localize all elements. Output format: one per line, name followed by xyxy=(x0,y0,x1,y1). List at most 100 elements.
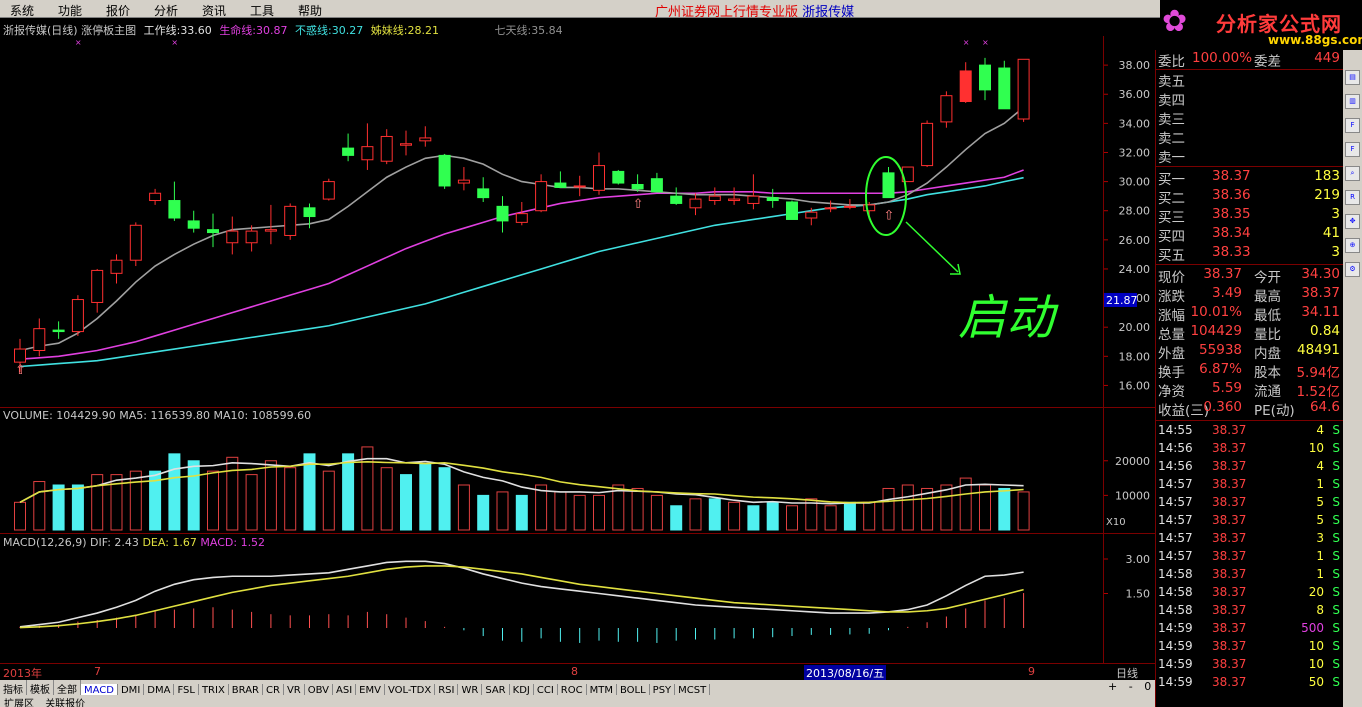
settings-icon[interactable]: ⚙ xyxy=(1345,262,1360,277)
tick-volume: 1 xyxy=(1316,549,1324,563)
date-axis: 2013年 7 8 2013/08/16/五 9 日线 xyxy=(0,663,1155,681)
arrows-icon[interactable]: ✥ xyxy=(1345,214,1360,229)
stat-row: 换手 6.87% 股本 5.94亿 xyxy=(1158,361,1342,381)
tick-side: S xyxy=(1332,603,1340,617)
tick-side: S xyxy=(1332,477,1340,491)
tick-volume: 1 xyxy=(1316,477,1324,491)
tick-volume: 10 xyxy=(1308,657,1324,671)
kline-chart[interactable]: 38.00 36.00 34.00 32.00 30.00 28.00 26.00 24.00… xyxy=(0,0,1155,663)
volume-tick-label: 20000 xyxy=(1115,455,1150,468)
macd-dif: DIF: 2.43 xyxy=(90,536,139,549)
tick-time: 14:57 xyxy=(1158,549,1193,563)
volume-bar xyxy=(91,474,104,531)
tick-volume: 10 xyxy=(1308,639,1324,653)
volume-bar xyxy=(786,505,798,531)
tick-volume: 3 xyxy=(1316,531,1324,545)
candle-body xyxy=(226,230,239,244)
tick-price: 38.37 xyxy=(1212,567,1247,581)
pane-separator-macd xyxy=(0,533,1155,534)
bottom-extend[interactable]: 扩展区 xyxy=(4,699,34,707)
f5-icon[interactable]: F xyxy=(1345,142,1360,157)
candle-body xyxy=(438,154,451,187)
price-tick-label: 32.00 xyxy=(1119,146,1151,159)
volume-bar xyxy=(940,484,953,531)
f10-icon[interactable]: F xyxy=(1345,118,1360,133)
candle-body xyxy=(554,182,567,188)
candle-body xyxy=(805,211,818,219)
volume-bar xyxy=(71,484,84,531)
candle-body xyxy=(342,147,355,156)
annotation-text: 启动 xyxy=(958,290,1059,346)
stat-row: 现价 38.37 今开 34.30 xyxy=(1158,266,1342,286)
stat-label: 净资 xyxy=(1158,384,1185,400)
weicha-value: 449 xyxy=(1314,50,1340,66)
pane-separator-volume xyxy=(0,407,1155,408)
buy-level-label: 买四 xyxy=(1158,229,1185,245)
date-month-8: 8 xyxy=(571,665,578,678)
chart-icon[interactable]: ▤ xyxy=(1345,70,1360,85)
candle-body xyxy=(187,220,200,229)
tab-remove-button[interactable]: - xyxy=(1129,680,1133,693)
tick-time: 14:59 xyxy=(1158,621,1193,635)
candle-body xyxy=(361,146,374,161)
tick-price: 38.37 xyxy=(1212,585,1247,599)
tick-side: S xyxy=(1332,585,1340,599)
volume-bar xyxy=(14,501,26,531)
candle-body xyxy=(14,348,26,363)
tick-row: 14:59 38.37 10 S xyxy=(1158,639,1342,657)
candle-body xyxy=(786,201,798,220)
date-year: 2013年 xyxy=(3,667,42,680)
candle-body xyxy=(535,181,548,212)
stat-label-2: 股本 xyxy=(1254,365,1281,381)
sell-row: 卖五 xyxy=(1158,70,1342,90)
volume-bar xyxy=(264,460,277,531)
price-tick-label: 18.00 xyxy=(1119,350,1151,363)
date-month-7: 7 xyxy=(94,665,101,678)
volume-bar xyxy=(380,467,393,531)
tab-zero-button[interactable]: 0 xyxy=(1144,680,1151,693)
site-logo: ✿ 分析家公式网 www.88gs.com xyxy=(1160,0,1362,50)
candle-body xyxy=(33,328,46,351)
candle-body xyxy=(477,188,490,199)
top-marker-icon: × xyxy=(982,38,989,47)
stat-label: 现价 xyxy=(1158,270,1185,286)
candle-body xyxy=(940,95,953,123)
tick-row: 14:55 38.37 4 S xyxy=(1158,423,1342,441)
bottom-related[interactable]: 关联报价 xyxy=(45,699,85,707)
panel-divider xyxy=(1156,166,1344,167)
date-selected: 2013/08/16/五 xyxy=(804,665,887,681)
macd-value: MACD: 1.52 xyxy=(200,536,266,549)
stat-value-2: 34.30 xyxy=(1301,266,1340,282)
tick-volume: 5 xyxy=(1316,513,1324,527)
price-tick-label: 24.00 xyxy=(1119,263,1151,276)
buy-row: 买二 38.36 219 xyxy=(1158,187,1342,207)
buy-price: 38.34 xyxy=(1212,225,1251,241)
buy-volume: 3 xyxy=(1331,244,1340,260)
period-label[interactable]: 日线 xyxy=(1116,665,1138,681)
zoom-icon[interactable]: ⊕ xyxy=(1345,238,1360,253)
tick-price: 38.37 xyxy=(1212,657,1247,671)
volume-bar xyxy=(342,453,355,531)
candle-body xyxy=(303,207,316,218)
tick-row: 14:57 38.37 1 S xyxy=(1158,549,1342,567)
sell-level-label: 卖一 xyxy=(1158,150,1185,166)
search-icon[interactable]: ⌕ xyxy=(1345,166,1360,181)
candle-body xyxy=(843,205,856,208)
tab-add-button[interactable]: + xyxy=(1108,680,1117,693)
stat-label-2: 量比 xyxy=(1254,327,1281,343)
stat-label-2: 内盘 xyxy=(1254,346,1281,362)
candle-body xyxy=(708,195,721,202)
price-tick-label: 20.00 xyxy=(1119,321,1151,334)
sell-level-label: 卖五 xyxy=(1158,74,1185,90)
tick-price: 38.37 xyxy=(1212,621,1247,635)
tick-time: 14:57 xyxy=(1158,477,1193,491)
kline-icon[interactable]: ▥ xyxy=(1345,94,1360,109)
stat-label: 涨跌 xyxy=(1158,289,1185,305)
candle-body xyxy=(91,269,104,303)
stat-value-2: 1.52亿 xyxy=(1296,384,1340,400)
rsi-icon[interactable]: R xyxy=(1345,190,1360,205)
buy-row: 买五 38.33 3 xyxy=(1158,244,1342,264)
tick-time: 14:57 xyxy=(1158,495,1193,509)
dif-line xyxy=(19,560,1024,628)
candle-body xyxy=(747,195,760,204)
